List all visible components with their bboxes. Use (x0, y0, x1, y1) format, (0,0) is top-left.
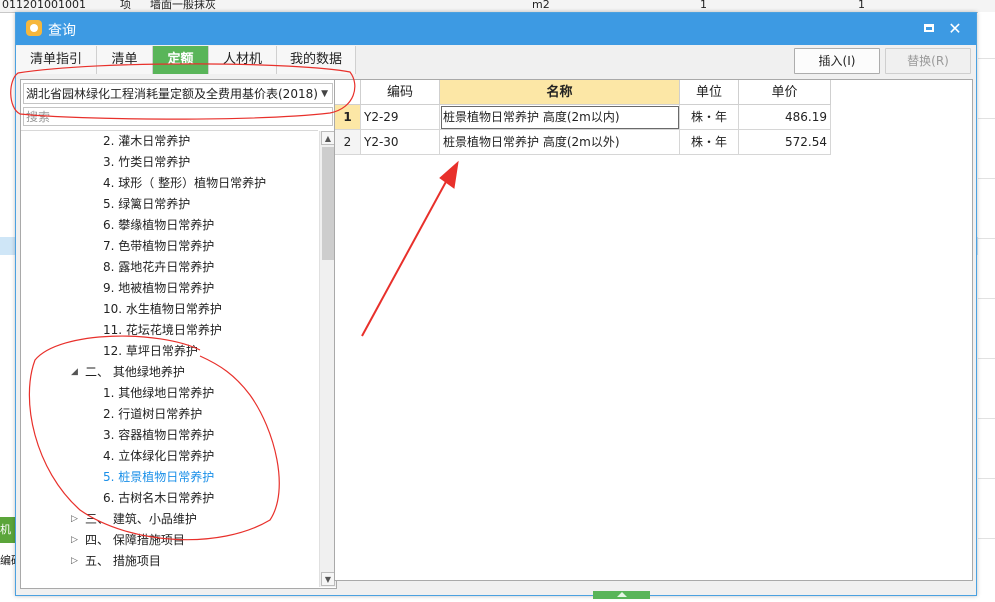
library-select-value: 湖北省园林绿化工程消耗量定额及全费用基价表(2018) (26, 87, 318, 101)
bg-type: 项 (120, 0, 131, 11)
tree-item[interactable]: 10. 水生植物日常养护 (103, 299, 222, 320)
collapse-arrow-icon[interactable]: ▷ (71, 509, 78, 530)
tab-quota[interactable]: 定额 (153, 46, 209, 74)
table-cell-code[interactable]: Y2-29 (361, 105, 440, 130)
maximize-icon[interactable] (919, 19, 939, 39)
collapse-arrow-icon[interactable]: ▷ (71, 551, 78, 572)
dialog-title: 查询 (48, 23, 76, 39)
tree-item[interactable]: 5. 桩景植物日常养护 (103, 467, 214, 488)
result-table-panel: 编码 名称 单位 单价 1 Y2-29 桩景植物日常养护 高度(2m以内) 株・年 48… (334, 79, 973, 581)
tree-item[interactable]: 2. 灌木日常养护 (103, 131, 190, 152)
table-header-corner (335, 80, 361, 105)
expand-arrow-icon[interactable]: ◢ (71, 362, 78, 383)
scroll-up-icon[interactable]: ▲ (321, 131, 335, 145)
table-header-price[interactable]: 单价 (739, 80, 831, 105)
background-side-label: 编码 (0, 554, 15, 567)
tab-bill-guide[interactable]: 清单指引 (16, 46, 97, 74)
table-cell-unit[interactable]: 株・年 (680, 130, 739, 155)
bg-name: 墙面一般抹灰 (150, 0, 216, 11)
search-input[interactable]: 搜索 (23, 107, 333, 126)
tree-item[interactable]: 2. 行道树日常养护 (103, 404, 202, 425)
app-icon (26, 20, 42, 36)
quota-tree: 2. 灌木日常养护 3. 竹类日常养护 4. 球形（ 整形）植物日常养护 5. 绿篱日… (21, 130, 318, 588)
tree-item[interactable]: 4. 球形（ 整形）植物日常养护 (103, 173, 266, 194)
tree-item[interactable]: 8. 露地花卉日常养护 (103, 257, 214, 278)
close-icon[interactable]: ✕ (945, 19, 965, 39)
tree-item[interactable]: 7. 色带植物日常养护 (103, 236, 214, 257)
bg-qty2: 1 (858, 0, 865, 11)
left-panel: 湖北省园林绿化工程消耗量定额及全费用基价表(2018) ▼ 搜索 2. 灌木日常… (20, 79, 337, 589)
chevron-down-icon[interactable]: ▼ (321, 84, 328, 103)
bg-qty: 1 (700, 0, 707, 11)
tree-group[interactable]: 四、 保障措施项目 (85, 530, 185, 551)
bg-code: 011201001001 (2, 0, 86, 11)
table-header-unit[interactable]: 单位 (680, 80, 739, 105)
table-cell-name[interactable]: 桩景植物日常养护 高度(2m以外) (440, 130, 680, 155)
table-cell-price[interactable]: 572.54 (739, 130, 831, 155)
table-cell-price[interactable]: 486.19 (739, 105, 831, 130)
tree-item[interactable]: 3. 竹类日常养护 (103, 152, 190, 173)
tree-item[interactable]: 9. 地被植物日常养护 (103, 278, 214, 299)
table-cell-index[interactable]: 2 (335, 130, 361, 155)
tree-group[interactable]: 二、 其他绿地养护 (85, 362, 185, 383)
tree-item[interactable]: 6. 攀缘植物日常养护 (103, 215, 214, 236)
tab-bill[interactable]: 清单 (97, 46, 153, 74)
scroll-down-icon[interactable]: ▼ (321, 572, 335, 586)
dialog-titlebar[interactable]: 查询 ✕ (16, 13, 976, 45)
insert-button[interactable]: 插入(I) (794, 48, 880, 74)
table-header-code[interactable]: 编码 (361, 80, 440, 105)
scroll-thumb[interactable] (322, 147, 334, 260)
tree-group[interactable]: 五、 措施项目 (85, 551, 161, 572)
table-header-name[interactable]: 名称 (440, 80, 680, 105)
table-cell-unit[interactable]: 株・年 (680, 105, 739, 130)
tab-labor-material-machine[interactable]: 人材机 (209, 46, 277, 74)
tree-item[interactable]: 4. 立体绿化日常养护 (103, 446, 214, 467)
table-cell-index[interactable]: 1 (335, 105, 361, 130)
bg-unit: m2 (532, 0, 550, 11)
tab-my-data[interactable]: 我的数据 (277, 46, 356, 74)
tree-item[interactable]: 12. 草坪日常养护 (103, 341, 198, 362)
query-dialog: 查询 ✕ 清单指引 清单 定额 人材机 我的数据 插入(I) 替换(R) 湖北省… (15, 12, 977, 599)
tree-group[interactable]: 三、 建筑、小品维护 (85, 509, 197, 530)
background-right-edge (978, 12, 995, 602)
library-select[interactable]: 湖北省园林绿化工程消耗量定额及全费用基价表(2018) ▼ (23, 83, 333, 104)
background-side-tab: 机 (0, 517, 15, 543)
replace-button[interactable]: 替换(R) (885, 48, 971, 74)
panel-expand-handle[interactable] (593, 591, 650, 599)
tree-item[interactable]: 11. 花坛花境日常养护 (103, 320, 222, 341)
collapse-arrow-icon[interactable]: ▷ (71, 530, 78, 551)
tree-item[interactable]: 5. 绿篱日常养护 (103, 194, 190, 215)
table-cell-code[interactable]: Y2-30 (361, 130, 440, 155)
tree-item[interactable]: 6. 古树名木日常养护 (103, 488, 214, 509)
tree-item[interactable]: 3. 容器植物日常养护 (103, 425, 214, 446)
tree-item[interactable]: 1. 其他绿地日常养护 (103, 383, 214, 404)
table-cell-name[interactable]: 桩景植物日常养护 高度(2m以内) (440, 105, 680, 130)
